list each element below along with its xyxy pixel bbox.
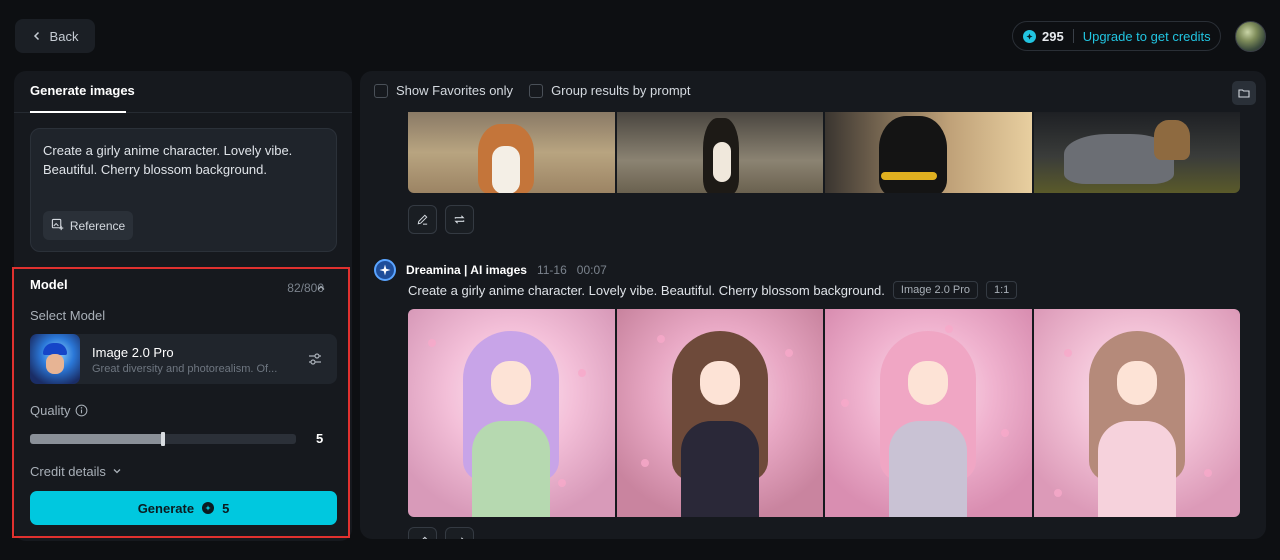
model-section: Model Select Model Image 2.0 Pro Great d… <box>12 267 350 538</box>
results-panel: Show Favorites only Group results by pro… <box>360 71 1266 539</box>
chevron-down-icon <box>112 464 122 479</box>
prompt-text[interactable]: Create a girly anime character. Lovely v… <box>43 141 313 179</box>
avatar[interactable] <box>1235 21 1266 52</box>
checkbox[interactable] <box>529 83 544 98</box>
pencil-icon[interactable] <box>408 527 437 539</box>
checkbox[interactable] <box>374 83 388 98</box>
divider <box>1072 29 1074 43</box>
reference-button[interactable]: Reference <box>43 211 133 240</box>
credits-count: 295 <box>1042 28 1064 44</box>
pencil-icon[interactable] <box>408 205 437 234</box>
result-image[interactable] <box>616 309 823 517</box>
info-icon[interactable] <box>75 404 88 417</box>
select-model-label: Select Model <box>30 308 106 323</box>
back-button[interactable]: Back <box>15 19 95 53</box>
ratio-tag: 1:1 <box>986 281 1018 299</box>
model-description: Great diversity and photorealism. Of... <box>92 363 278 375</box>
generate-label: Generate <box>137 500 195 516</box>
slider-handle[interactable] <box>161 432 165 446</box>
chevron-left-icon <box>32 29 42 44</box>
generation-time: 00:07 <box>576 263 607 277</box>
credit-details-toggle[interactable]: Credit details <box>30 464 122 479</box>
repeat-icon[interactable] <box>445 527 474 539</box>
model-thumbnail <box>30 334 80 384</box>
generate-cost: 5 <box>222 500 230 516</box>
favorites-label: Show Favorites only <box>396 83 514 98</box>
group-by-prompt-checkbox[interactable]: Group results by prompt <box>529 83 691 98</box>
quality-label-text: Quality <box>30 403 71 418</box>
chevron-up-icon[interactable] <box>316 280 326 290</box>
generation-source: Dreamina | AI images <box>406 263 527 277</box>
credit-details-label: Credit details <box>30 464 106 479</box>
generation-prompt-row: Create a girly anime character. Lovely v… <box>408 281 1018 299</box>
group-label: Group results by prompt <box>551 83 691 98</box>
result-actions <box>408 205 474 234</box>
quality-value: 5 <box>316 431 324 446</box>
model-section-title: Model <box>30 277 68 292</box>
quality-slider[interactable] <box>30 432 296 446</box>
result-image[interactable] <box>1033 112 1240 193</box>
model-selector[interactable]: Image 2.0 Pro Great diversity and photor… <box>30 334 337 384</box>
generation-header: Dreamina | AI images 11-16 00:07 <box>374 259 607 281</box>
favorites-checkbox[interactable]: Show Favorites only <box>374 83 513 98</box>
generate-button[interactable]: Generate 5 <box>30 491 337 525</box>
sliders-icon[interactable] <box>307 351 323 367</box>
coin-icon <box>202 502 215 514</box>
previous-results-row <box>408 112 1240 193</box>
credits-pill[interactable]: 295 Upgrade to get credits <box>1012 21 1221 51</box>
tab-generate-images[interactable]: Generate images <box>30 83 135 98</box>
generation-prompt[interactable]: Create a girly anime character. Lovely v… <box>408 283 885 298</box>
sparkle-icon <box>374 259 396 281</box>
result-image[interactable] <box>616 112 823 193</box>
result-image[interactable] <box>408 112 615 193</box>
generation-date: 11-16 <box>536 263 567 277</box>
upgrade-link[interactable]: Upgrade to get credits <box>1083 29 1211 44</box>
result-image[interactable] <box>825 309 1032 517</box>
model-tag: Image 2.0 Pro <box>892 281 978 299</box>
image-add-icon <box>51 218 64 234</box>
result-actions <box>408 527 474 539</box>
repeat-icon[interactable] <box>445 205 474 234</box>
result-image[interactable] <box>1033 309 1240 517</box>
filter-row: Show Favorites only Group results by pro… <box>374 83 691 98</box>
folder-icon[interactable] <box>1232 81 1256 105</box>
result-image[interactable] <box>825 112 1032 193</box>
back-label: Back <box>49 28 79 44</box>
result-image[interactable] <box>408 309 615 517</box>
quality-label: Quality <box>30 403 88 418</box>
slider-fill <box>30 434 163 444</box>
prompt-input[interactable]: Create a girly anime character. Lovely v… <box>30 128 337 295</box>
coin-icon <box>1023 29 1036 43</box>
tab-underline <box>30 111 126 113</box>
current-results-row <box>408 309 1240 517</box>
reference-label: Reference <box>69 218 126 233</box>
model-name: Image 2.0 Pro <box>92 345 174 360</box>
